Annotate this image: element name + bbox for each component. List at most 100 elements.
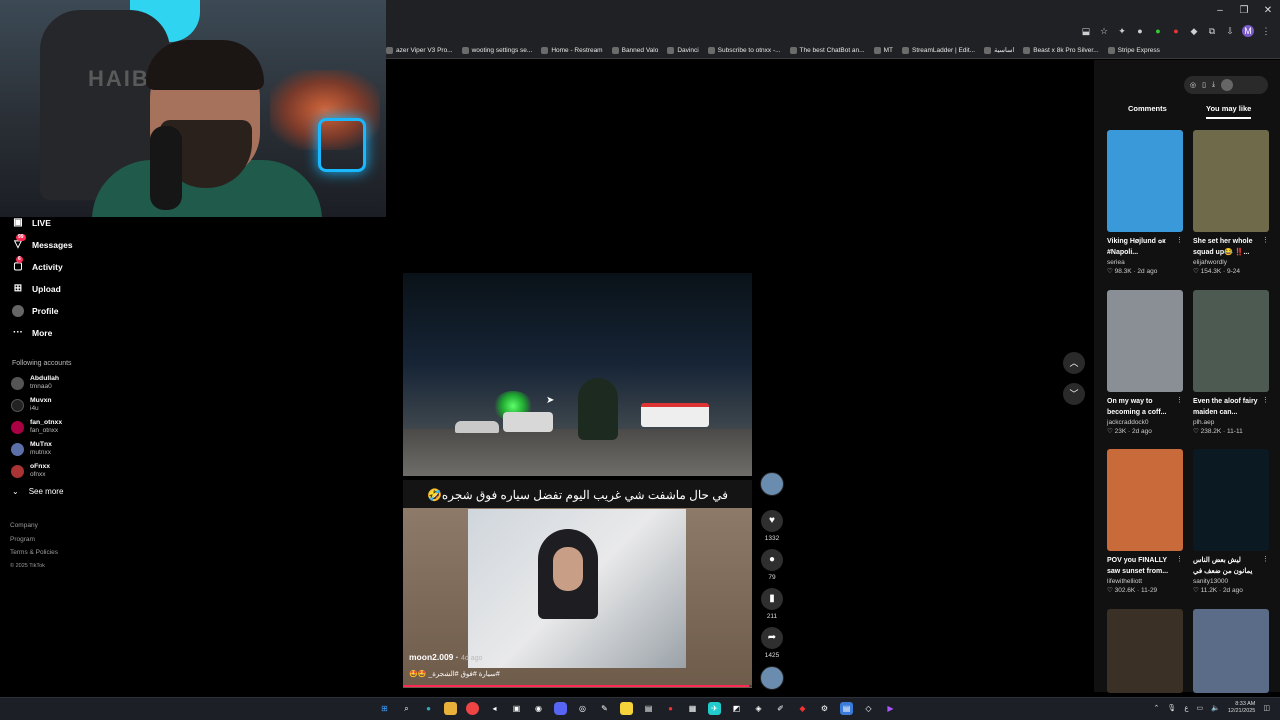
search-icon[interactable]: ⌕ (400, 702, 413, 715)
bookmark-item[interactable]: StreamLadder | Edit... (901, 46, 975, 54)
discord-icon[interactable] (554, 702, 567, 715)
app-icon[interactable]: ◇ (862, 702, 875, 715)
next-video-button[interactable]: ﹀ (1063, 383, 1085, 405)
app-icon[interactable]: ▣ (510, 702, 523, 715)
more-vert-icon[interactable]: ⋮ (1176, 555, 1183, 563)
mic-icon[interactable]: 🎙 (1167, 704, 1176, 712)
video-thumbnail[interactable] (1193, 290, 1269, 392)
sidebar-item-activity[interactable]: ▢ 6 Activity (12, 256, 63, 276)
music-disc[interactable] (760, 666, 784, 690)
card-title[interactable]: Viking Højlund ๐к #Napoli... (1107, 236, 1175, 258)
app-icon[interactable]: ▦ (686, 702, 699, 715)
maximize-icon[interactable]: ❐ (1232, 0, 1256, 20)
extension-icon[interactable]: ◆ (1188, 25, 1200, 37)
more-vert-icon[interactable]: ⋮ (1262, 396, 1269, 404)
tab-comments[interactable]: Comments (1128, 104, 1167, 113)
app-icon[interactable]: ◂ (488, 702, 501, 715)
app-icon[interactable]: ▤ (642, 702, 655, 715)
recommendation-card[interactable]: POV you FINALLY saw sunset from... ⋮ lifew… (1107, 449, 1183, 594)
video-thumbnail[interactable] (1107, 130, 1183, 232)
speaker-icon[interactable]: 🔈 (1211, 704, 1220, 712)
bookmark-item[interactable]: Subscribe to otnxx -... (707, 46, 781, 54)
recommendation-card[interactable]: Viking Højlund ๐к #Napoli... ⋮ seriea ♡ 98.… (1107, 130, 1183, 275)
bookmark-item[interactable]: azer Viper V3 Pro... (386, 46, 453, 54)
monitor-icon[interactable]: ▭ (1197, 704, 1204, 712)
minimize-icon[interactable]: – (1208, 0, 1232, 20)
video-thumbnail[interactable] (1107, 449, 1183, 551)
file-explorer-icon[interactable] (444, 702, 457, 715)
chevron-up-icon[interactable]: ⌃ (1154, 704, 1160, 712)
bookmark-item[interactable]: اساسية (984, 46, 1014, 54)
card-title[interactable]: On my way to becoming a coff... (1107, 396, 1175, 418)
tab-you-may-like[interactable]: You may like (1206, 104, 1252, 119)
puzzle-icon[interactable]: ⧉ (1206, 25, 1218, 37)
close-icon[interactable]: ✕ (1256, 0, 1280, 20)
sidebar-item-profile[interactable]: Profile (12, 302, 58, 320)
card-title[interactable]: ليش بعض الناس يمانون من ضعف في الذاكرة ا… (1193, 555, 1261, 577)
card-author[interactable]: lifewithelliott (1107, 578, 1183, 585)
video-player[interactable]: في حال ماشفت شي غريب اليوم تفضل سياره فو… (403, 77, 752, 688)
phone-icon[interactable]: ▯ (1202, 81, 1206, 89)
footer-terms-link[interactable]: Terms & Policies (10, 546, 58, 560)
chrome-icon[interactable] (466, 702, 479, 715)
clock[interactable]: 8:33 AM 12/21/2025 (1228, 701, 1256, 715)
card-title[interactable]: POV you FINALLY saw sunset from... (1107, 555, 1175, 577)
gear-icon[interactable]: ⚙ (818, 702, 831, 715)
recommendation-card[interactable]: She set her whole squad up😂 ‼️... ⋮ elijah… (1193, 130, 1269, 275)
recommendation-card[interactable]: ليش بعض الناس يمانون من ضعف في الذاكرة ا… (1193, 449, 1269, 594)
following-account[interactable]: Abdullah tmnaa0 (11, 373, 59, 393)
app-icon[interactable]: ▶ (884, 702, 897, 715)
star-icon[interactable]: ☆ (1098, 25, 1110, 37)
app-icon[interactable]: ◩ (730, 702, 743, 715)
comment-button[interactable]: ● 79 (760, 549, 784, 581)
notification-icon[interactable]: ◫ (1263, 704, 1270, 712)
footer-company-link[interactable]: Company (10, 519, 58, 533)
avatar[interactable] (1221, 79, 1234, 91)
bookmark-item[interactable]: Home - Restream (541, 46, 603, 54)
card-title[interactable]: Even the aloof fairy maiden can... (1193, 396, 1261, 418)
footer-program-link[interactable]: Program (10, 533, 58, 547)
card-author[interactable]: jackcraddock0 (1107, 419, 1183, 426)
following-account[interactable]: fan_otnxx fan_otnxx (11, 417, 62, 437)
previous-video-button[interactable]: ︿ (1063, 352, 1085, 374)
bookmark-item[interactable]: The best ChatBot an... (789, 46, 865, 54)
card-author[interactable]: sanity13000 (1193, 578, 1269, 585)
app-icon[interactable]: ✐ (774, 702, 787, 715)
install-icon[interactable]: ⬓ (1080, 25, 1092, 37)
sidebar-item-messages[interactable]: ▽ 99 Messages (12, 234, 73, 254)
more-vert-icon[interactable]: ⋮ (1262, 236, 1269, 244)
app-icon[interactable]: ✈ (708, 702, 721, 715)
compass-icon[interactable]: ◎ (1190, 81, 1196, 89)
video-thumbnail[interactable] (1193, 449, 1269, 551)
bookmark-item[interactable]: MT (873, 46, 893, 54)
bookmark-item[interactable]: Beast x 8k Pro Silver... (1023, 46, 1099, 54)
video-thumbnail[interactable] (1107, 609, 1183, 693)
card-title[interactable]: She set her whole squad up😂 ‼️... (1193, 236, 1261, 258)
author-name[interactable]: moon2.009 (409, 652, 453, 662)
video-author[interactable]: moon2.009 · 4d ago (409, 652, 482, 662)
bookmark-item[interactable]: wooting settings se... (461, 46, 532, 54)
share-button[interactable]: ➦ 1425 (760, 627, 784, 659)
creator-avatar[interactable] (760, 472, 784, 496)
language-icon[interactable]: ع (1184, 704, 1188, 712)
app-icon[interactable]: ✎ (598, 702, 611, 715)
download-icon[interactable]: ⤓ (1212, 81, 1215, 89)
recommendation-card[interactable] (1193, 609, 1269, 693)
app-icon[interactable]: ● (664, 702, 677, 715)
sidebar-item-live[interactable]: ▣ LIVE (12, 214, 51, 232)
card-author[interactable]: plh.aep (1193, 419, 1269, 426)
app-icon[interactable]: ▤ (840, 702, 853, 715)
app-icon[interactable]: ◈ (752, 702, 765, 715)
card-author[interactable]: seriea (1107, 259, 1183, 266)
bookmark-item[interactable]: Banned Valo (611, 46, 658, 54)
sidebar-item-upload[interactable]: ⊞ Upload (12, 280, 61, 298)
extension-icon[interactable]: ✦ (1116, 25, 1128, 37)
following-account[interactable]: MuTnx mutnxx (11, 439, 52, 459)
steam-icon[interactable]: ◉ (532, 702, 545, 715)
see-more-button[interactable]: ⌄ See more (12, 487, 63, 496)
recommendation-card[interactable]: Even the aloof fairy maiden can... ⋮ plh.a… (1193, 290, 1269, 435)
extension-icon[interactable]: ● (1134, 25, 1146, 37)
video-thumbnail[interactable] (1193, 609, 1269, 693)
recommendation-card[interactable] (1107, 609, 1183, 693)
bookmark-item[interactable]: Davinci (667, 46, 699, 54)
